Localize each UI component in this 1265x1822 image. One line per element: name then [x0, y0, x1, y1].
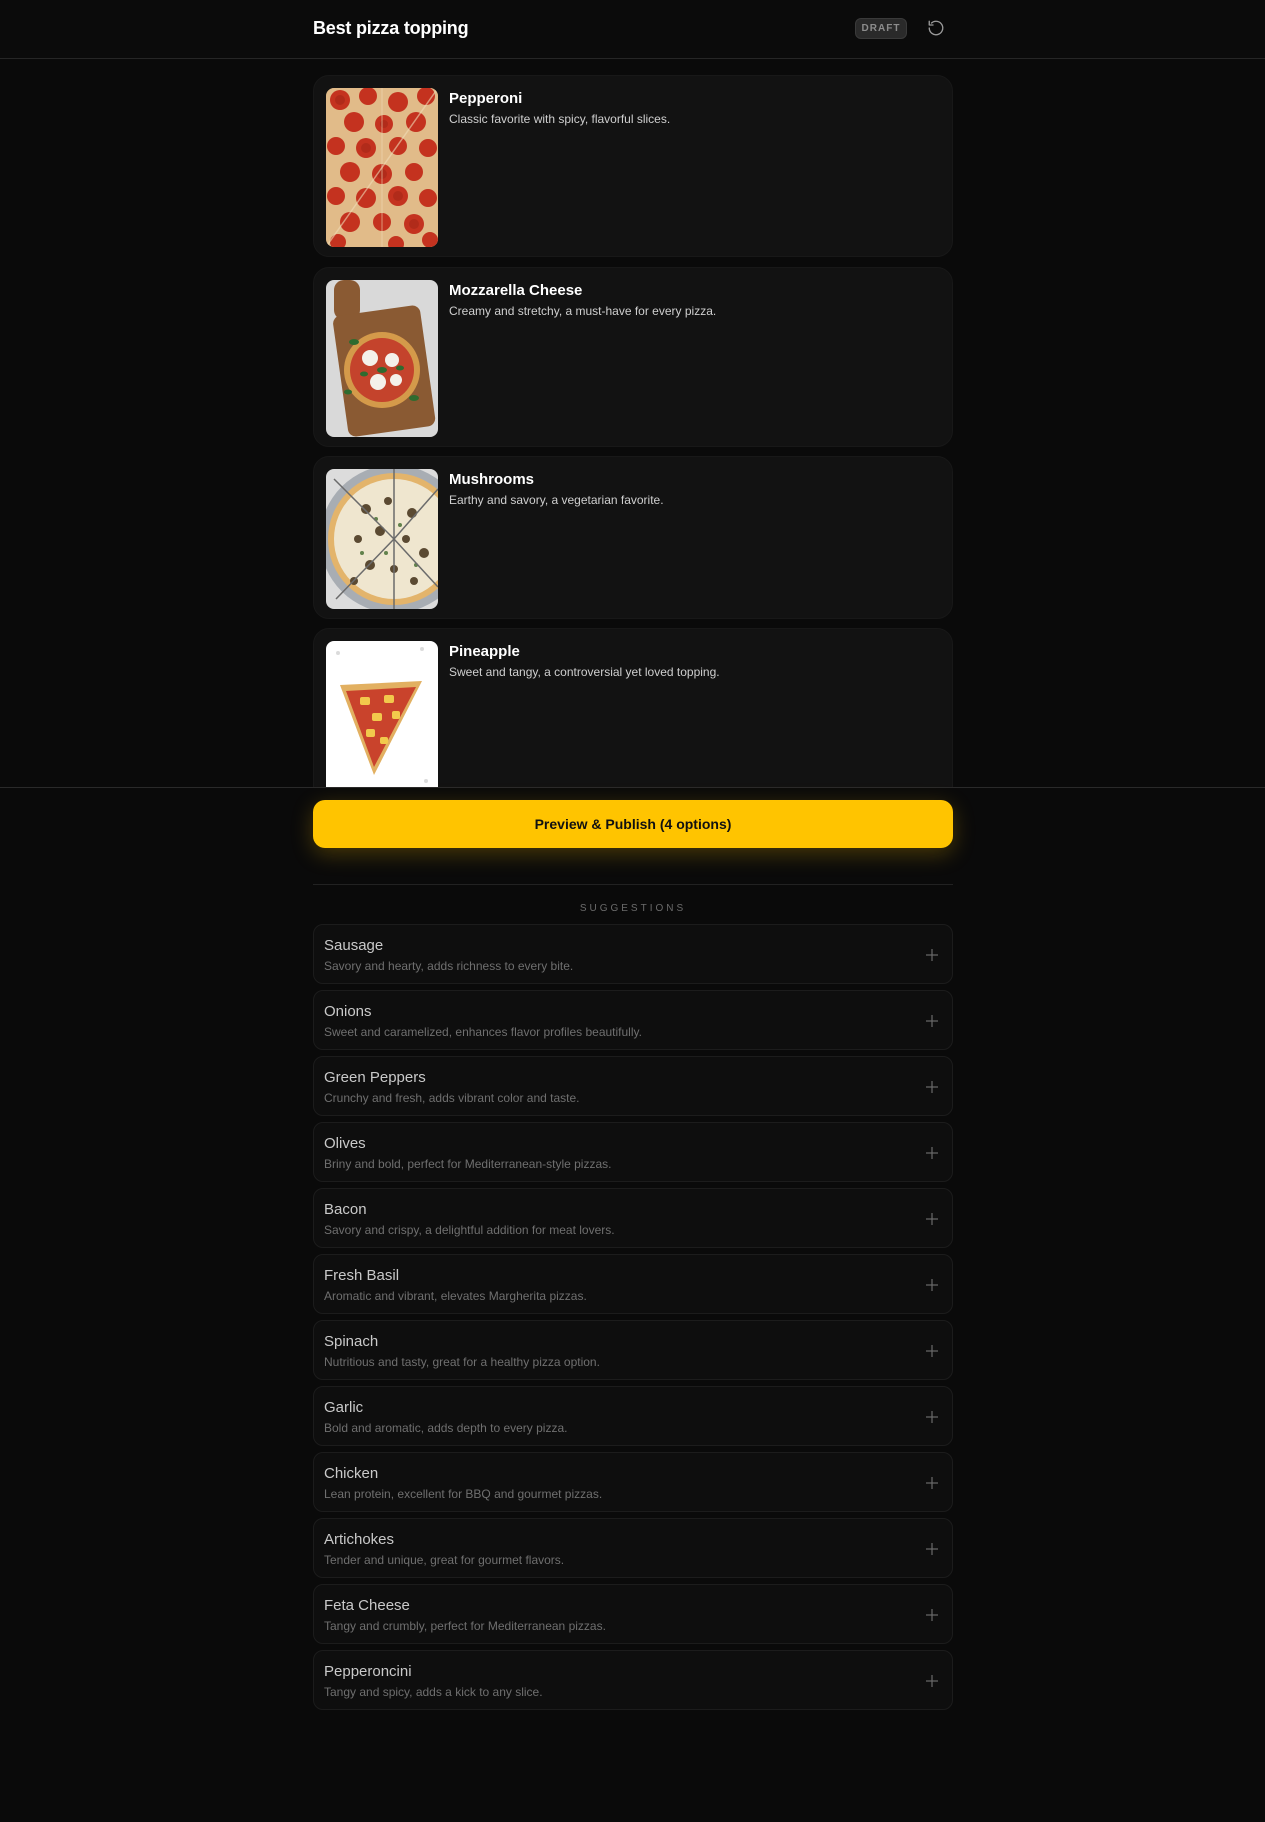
suggestion-description: Tangy and crumbly, perfect for Mediterra… [324, 1619, 606, 1633]
suggestion-name: Sausage [324, 937, 384, 954]
suggestion-description: Tender and unique, great for gourmet fla… [324, 1553, 565, 1567]
suggestion-description: Nutritious and tasty, great for a health… [324, 1355, 600, 1369]
suggestion-name: Bacon [324, 1201, 367, 1218]
suggestion-name: Feta Cheese [324, 1597, 410, 1614]
plus-icon[interactable] [924, 1079, 940, 1095]
suggestion-item[interactable]: Sausage Savory and hearty, adds richness… [313, 924, 953, 984]
preview-publish-button[interactable]: Preview & Publish (4 options) [313, 800, 953, 848]
status-badge: DRAFT [855, 18, 907, 39]
option-description: Creamy and stretchy, a must-have for eve… [449, 304, 717, 318]
suggestion-description: Savory and hearty, adds richness to ever… [324, 959, 574, 973]
suggestion-description: Lean protein, excellent for BBQ and gour… [324, 1487, 603, 1501]
page-title: Best pizza topping [313, 18, 469, 38]
plus-icon[interactable] [924, 1013, 940, 1029]
suggestion-item[interactable]: Artichokes Tender and unique, great for … [313, 1518, 953, 1578]
suggestion-item[interactable]: Feta Cheese Tangy and crumbly, perfect f… [313, 1584, 953, 1644]
suggestion-name: Garlic [324, 1399, 364, 1416]
suggestion-item[interactable]: Bacon Savory and crispy, a delightful ad… [313, 1188, 953, 1248]
suggestion-description: Sweet and caramelized, enhances flavor p… [324, 1025, 642, 1039]
suggestion-name: Pepperoncini [324, 1663, 412, 1680]
plus-icon[interactable] [924, 1211, 940, 1227]
option-card[interactable]: Pepperoni Classic favorite with spicy, f… [313, 75, 953, 257]
suggestion-description: Savory and crispy, a delightful addition… [324, 1223, 615, 1237]
suggestion-item[interactable]: Fresh Basil Aromatic and vibrant, elevat… [313, 1254, 953, 1314]
rotate-ccw-icon [928, 20, 944, 36]
suggestion-item[interactable]: Spinach Nutritious and tasty, great for … [313, 1320, 953, 1380]
option-image-mozzarella [326, 280, 438, 437]
suggestion-name: Onions [324, 1003, 372, 1020]
option-name: Mushrooms [449, 471, 535, 488]
options-list[interactable]: Pepperoni Classic favorite with spicy, f… [0, 60, 1265, 787]
suggestions-heading: SUGGESTIONS [579, 903, 687, 914]
option-description: Earthy and savory, a vegetarian favorite… [449, 493, 664, 507]
option-name: Pineapple [449, 643, 520, 660]
suggestion-item[interactable]: Green Peppers Crunchy and fresh, adds vi… [313, 1056, 953, 1116]
option-name: Mozzarella Cheese [449, 282, 583, 299]
reset-button[interactable] [925, 17, 947, 39]
suggestion-name: Artichokes [324, 1531, 395, 1548]
option-image-pepperoni [326, 88, 438, 247]
plus-icon[interactable] [924, 1277, 940, 1293]
plus-icon[interactable] [924, 1673, 940, 1689]
option-description: Classic favorite with spicy, flavorful s… [449, 112, 671, 126]
option-name: Pepperoni [449, 90, 523, 107]
plus-icon[interactable] [924, 947, 940, 963]
plus-icon[interactable] [924, 1607, 940, 1623]
option-image-mushrooms [326, 469, 438, 609]
suggestion-description: Crunchy and fresh, adds vibrant color an… [324, 1091, 580, 1105]
option-card[interactable]: Mushrooms Earthy and savory, a vegetaria… [313, 456, 953, 619]
plus-icon[interactable] [924, 1343, 940, 1359]
suggestion-name: Fresh Basil [324, 1267, 400, 1284]
suggestion-description: Briny and bold, perfect for Mediterranea… [324, 1157, 612, 1171]
top-bar: Best pizza topping DRAFT [0, 0, 1265, 59]
suggestion-name: Green Peppers [324, 1069, 426, 1086]
publish-bar-divider [0, 787, 1265, 788]
option-card[interactable]: Pineapple Sweet and tangy, a controversi… [313, 628, 953, 787]
suggestion-description: Bold and aromatic, adds depth to every p… [324, 1421, 568, 1435]
suggestion-name: Chicken [324, 1465, 379, 1482]
plus-icon[interactable] [924, 1145, 940, 1161]
suggestion-description: Tangy and spicy, adds a kick to any slic… [324, 1685, 543, 1699]
suggestion-item[interactable]: Olives Briny and bold, perfect for Medit… [313, 1122, 953, 1182]
suggestion-item[interactable]: Garlic Bold and aromatic, adds depth to … [313, 1386, 953, 1446]
section-divider [313, 884, 953, 885]
suggestion-item[interactable]: Onions Sweet and caramelized, enhances f… [313, 990, 953, 1050]
suggestion-name: Spinach [324, 1333, 379, 1350]
option-card[interactable]: Mozzarella Cheese Creamy and stretchy, a… [313, 267, 953, 447]
plus-icon[interactable] [924, 1541, 940, 1557]
plus-icon[interactable] [924, 1475, 940, 1491]
option-description: Sweet and tangy, a controversial yet lov… [449, 665, 720, 679]
option-image-pineapple [326, 641, 438, 787]
plus-icon[interactable] [924, 1409, 940, 1425]
suggestion-description: Aromatic and vibrant, elevates Margherit… [324, 1289, 587, 1303]
suggestion-name: Olives [324, 1135, 366, 1152]
suggestion-item[interactable]: Chicken Lean protein, excellent for BBQ … [313, 1452, 953, 1512]
suggestion-item[interactable]: Pepperoncini Tangy and spicy, adds a kic… [313, 1650, 953, 1710]
